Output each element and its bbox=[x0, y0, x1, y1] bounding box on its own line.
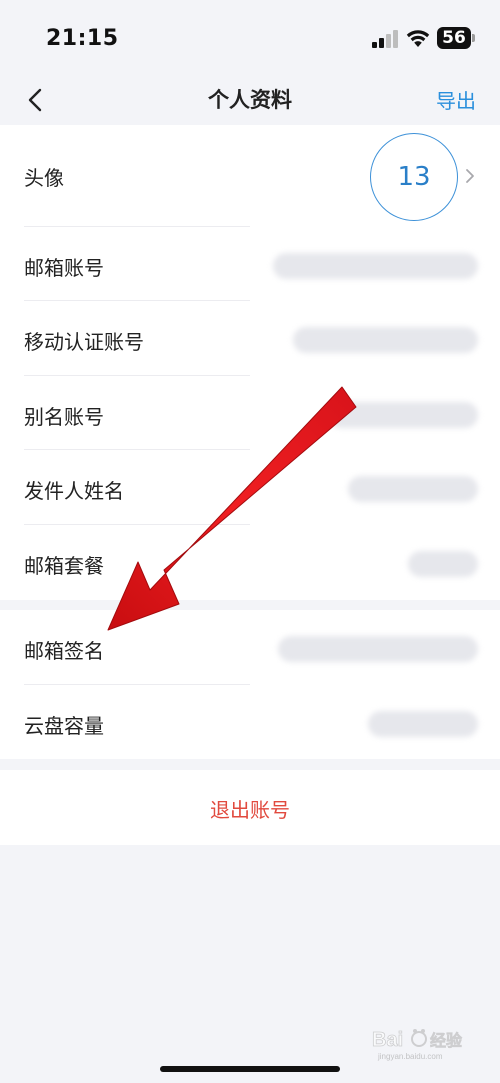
svg-text:经验: 经验 bbox=[430, 1031, 463, 1050]
row-alias-account[interactable]: 别名账号 bbox=[0, 376, 500, 450]
baidu-watermark-logo: Bai 经验 jingyan.baidu.com bbox=[372, 1022, 482, 1062]
logout-button[interactable]: 退出账号 bbox=[0, 794, 500, 823]
profile-card: 头像 13 邮箱账号 移动认证账号 别名账号 发件人姓名 邮箱套餐 bbox=[0, 125, 500, 600]
home-indicator bbox=[160, 1066, 340, 1072]
row-label: 别名账号 bbox=[24, 405, 104, 429]
mail-signature-value-blurred bbox=[278, 636, 478, 662]
svg-text:Bai: Bai bbox=[372, 1029, 403, 1051]
alias-account-value-blurred bbox=[328, 402, 478, 428]
sender-name-value-blurred bbox=[348, 476, 478, 502]
row-label: 云盘容量 bbox=[24, 714, 104, 738]
avatar[interactable]: 13 bbox=[370, 133, 458, 221]
row-label: 邮箱签名 bbox=[24, 639, 104, 663]
row-label: 邮箱套餐 bbox=[24, 554, 104, 578]
export-button[interactable]: 导出 bbox=[436, 85, 476, 114]
svg-text:jingyan.baidu.com: jingyan.baidu.com bbox=[377, 1052, 443, 1061]
logout-card: 退出账号 bbox=[0, 770, 500, 845]
row-sender-name[interactable]: 发件人姓名 bbox=[0, 450, 500, 525]
cloud-capacity-value-blurred bbox=[368, 711, 478, 737]
battery-icon: 56 bbox=[437, 27, 475, 49]
mobile-auth-account-value-blurred bbox=[293, 327, 478, 353]
row-cloud-capacity[interactable]: 云盘容量 bbox=[0, 685, 500, 759]
row-email-account[interactable]: 邮箱账号 bbox=[0, 227, 500, 301]
row-mobile-auth-account[interactable]: 移动认证账号 bbox=[0, 301, 500, 376]
email-account-value-blurred bbox=[273, 253, 478, 279]
row-mailbox-plan[interactable]: 邮箱套餐 bbox=[0, 525, 500, 600]
row-mail-signature[interactable]: 邮箱签名 bbox=[0, 610, 500, 685]
signal-icon bbox=[372, 30, 400, 48]
row-avatar[interactable]: 头像 13 bbox=[0, 125, 500, 227]
page-title: 个人资料 bbox=[208, 88, 292, 112]
avatar-label: 头像 bbox=[24, 166, 64, 190]
status-bar: 21:15 56 bbox=[0, 0, 500, 78]
row-label: 邮箱账号 bbox=[24, 256, 104, 280]
row-label: 发件人姓名 bbox=[24, 479, 124, 503]
mailbox-plan-value-blurred bbox=[408, 551, 478, 577]
chevron-right-icon bbox=[466, 169, 474, 183]
nav-bar: 个人资料 导出 bbox=[0, 78, 500, 124]
wifi-icon bbox=[406, 30, 430, 47]
row-label: 移动认证账号 bbox=[24, 330, 144, 354]
status-time: 21:15 bbox=[46, 26, 119, 51]
settings-card: 邮箱签名 云盘容量 bbox=[0, 610, 500, 759]
battery-level: 56 bbox=[437, 27, 471, 49]
